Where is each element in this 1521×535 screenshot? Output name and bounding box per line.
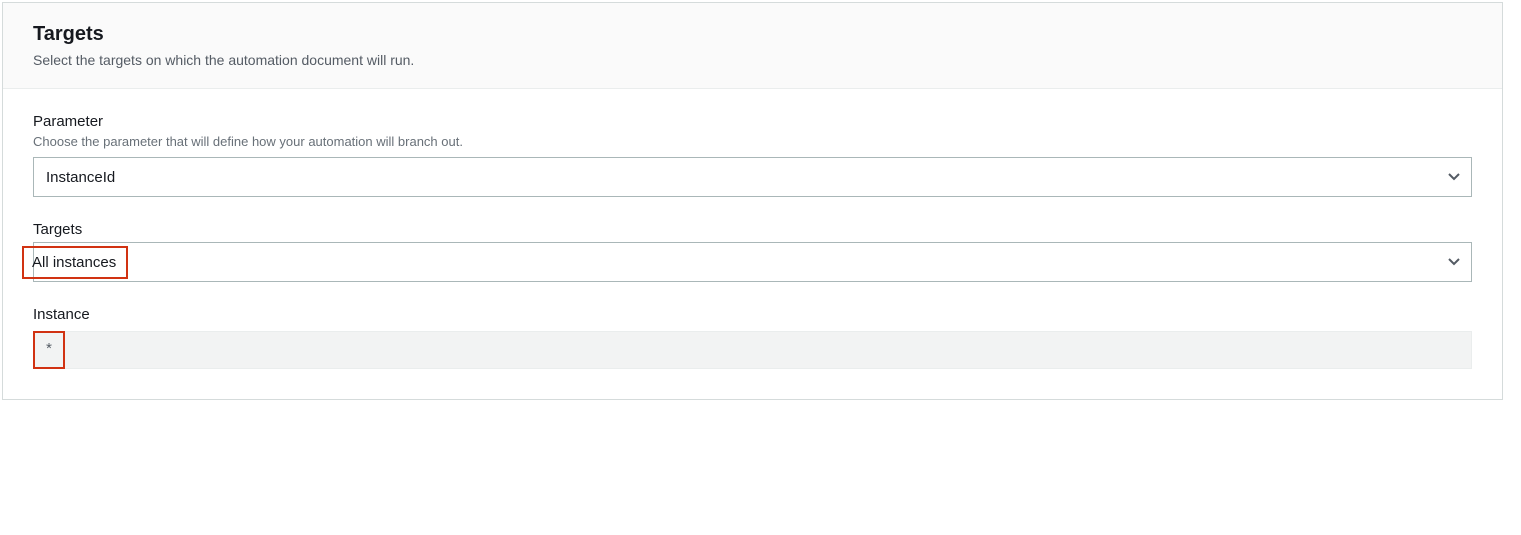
instance-label: Instance — [33, 306, 1472, 323]
parameter-select-value: InstanceId — [46, 169, 115, 186]
instance-field: Instance * — [33, 306, 1472, 369]
targets-label: Targets — [33, 221, 1472, 238]
targets-field: Targets All instances — [33, 221, 1472, 282]
panel-subtitle: Select the targets on which the automati… — [33, 52, 1472, 68]
instance-value-row: * — [33, 331, 1472, 369]
panel-title: Targets — [33, 23, 1472, 46]
instance-value: * — [33, 331, 65, 369]
targets-select-wrapper: All instances — [33, 242, 1472, 282]
panel-body: Parameter Choose the parameter that will… — [3, 89, 1502, 399]
parameter-field: Parameter Choose the parameter that will… — [33, 113, 1472, 197]
targets-select[interactable]: All instances — [33, 242, 1472, 282]
parameter-select-wrapper: InstanceId — [33, 157, 1472, 197]
panel-header: Targets Select the targets on which the … — [3, 3, 1502, 89]
targets-panel: Targets Select the targets on which the … — [2, 2, 1503, 400]
targets-select-value: All instances — [22, 246, 128, 279]
parameter-label: Parameter — [33, 113, 1472, 130]
parameter-select[interactable]: InstanceId — [33, 157, 1472, 197]
parameter-hint: Choose the parameter that will define ho… — [33, 134, 1472, 149]
